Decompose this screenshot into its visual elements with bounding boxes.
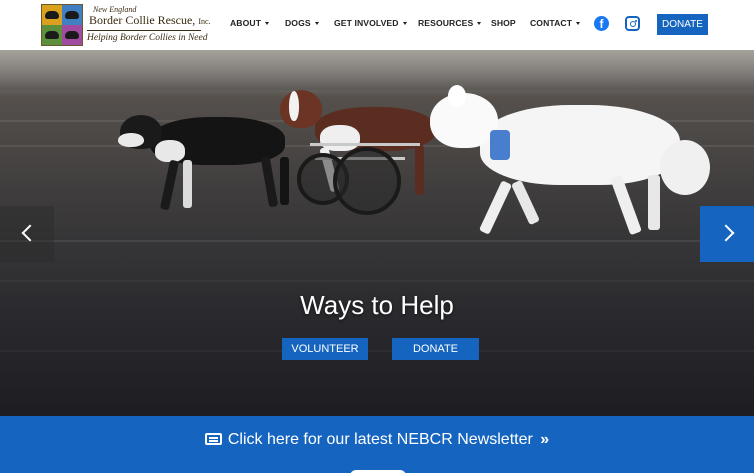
caret-down-icon — [314, 22, 319, 25]
logo-wordmark: New England Border Collie Rescue, Inc. H… — [87, 4, 211, 46]
logo-dog-tiles — [41, 4, 83, 46]
chevron-right-icon — [717, 224, 735, 242]
nav-resources[interactable]: RESOURCES — [418, 18, 482, 28]
site-logo[interactable]: New England Border Collie Rescue, Inc. H… — [41, 4, 211, 46]
nav-shop[interactable]: SHOP — [491, 18, 516, 28]
instagram-icon[interactable] — [625, 16, 640, 31]
header-donate-button[interactable]: DONATE — [657, 14, 708, 35]
carousel-prev-button[interactable] — [0, 206, 54, 262]
logo-org-name: Border Collie Rescue, Inc. — [89, 13, 211, 27]
caret-down-icon — [265, 22, 270, 25]
facebook-icon[interactable]: f — [594, 16, 609, 31]
carousel-next-button[interactable] — [700, 206, 754, 262]
caret-down-icon — [576, 22, 581, 25]
hero-dog-white — [420, 85, 720, 255]
volunteer-button[interactable]: VOLUNTEER — [282, 338, 368, 360]
logo-tagline: Helping Border Collies in Need — [87, 33, 208, 43]
hero-dog-black-white — [115, 105, 295, 225]
nav-about[interactable]: ABOUT — [230, 18, 270, 28]
newsletter-link-text[interactable]: Click here for our latest NEBCR Newslett… — [228, 431, 533, 448]
newsletter-banner[interactable]: Click here for our latest NEBCR Newslett… — [0, 416, 754, 473]
hero-donate-button[interactable]: DONATE — [392, 338, 479, 360]
hero-title: Ways to Help — [300, 290, 454, 320]
caret-down-icon — [477, 22, 482, 25]
double-chevron-right-icon: » — [535, 431, 550, 448]
newspaper-icon — [204, 433, 222, 445]
nav-dogs[interactable]: DOGS — [285, 18, 319, 28]
nav-get-involved[interactable]: GET INVOLVED — [334, 18, 407, 28]
chevron-left-icon — [21, 224, 39, 242]
hero-beach-sand — [0, 50, 754, 90]
site-header: New England Border Collie Rescue, Inc. H… — [0, 0, 754, 50]
logo-divider — [87, 30, 201, 31]
caret-down-icon — [402, 22, 407, 25]
hero-slider: Ways to Help VOLUNTEER DONATE — [0, 50, 754, 416]
nav-contact[interactable]: CONTACT — [530, 18, 581, 28]
